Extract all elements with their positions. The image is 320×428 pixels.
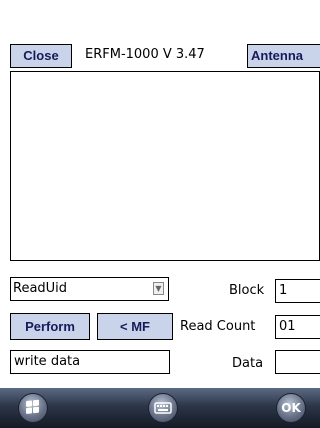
app-title: ERFM-1000 V 3.47 — [85, 47, 205, 62]
data-label: Data — [232, 356, 264, 371]
top-blank-area — [0, 0, 320, 42]
keyboard-button[interactable] — [148, 393, 178, 423]
taskbar: OK — [0, 388, 320, 428]
chevron-down-icon[interactable]: ▼ — [153, 282, 164, 295]
ok-button[interactable]: OK — [276, 393, 306, 423]
read-count-label: Read Count — [180, 319, 256, 334]
command-select-value: ReadUid — [13, 281, 68, 296]
read-count-field[interactable]: 01 — [275, 315, 320, 339]
close-button[interactable]: Close — [10, 44, 72, 68]
keyboard-icon — [154, 402, 172, 414]
start-button[interactable] — [18, 393, 48, 423]
perform-button[interactable]: Perform — [10, 313, 90, 340]
block-label: Block — [229, 283, 265, 298]
windows-logo-icon — [26, 399, 39, 414]
antenna-button[interactable]: Antenna — [247, 44, 320, 68]
data-field[interactable] — [275, 350, 320, 374]
write-data-field[interactable]: write data — [10, 350, 170, 374]
command-select[interactable]: ReadUid ▼ — [10, 277, 169, 301]
block-field[interactable]: 1 — [275, 279, 320, 303]
mf-button[interactable]: < MF — [97, 313, 173, 340]
output-textarea[interactable] — [10, 71, 320, 261]
